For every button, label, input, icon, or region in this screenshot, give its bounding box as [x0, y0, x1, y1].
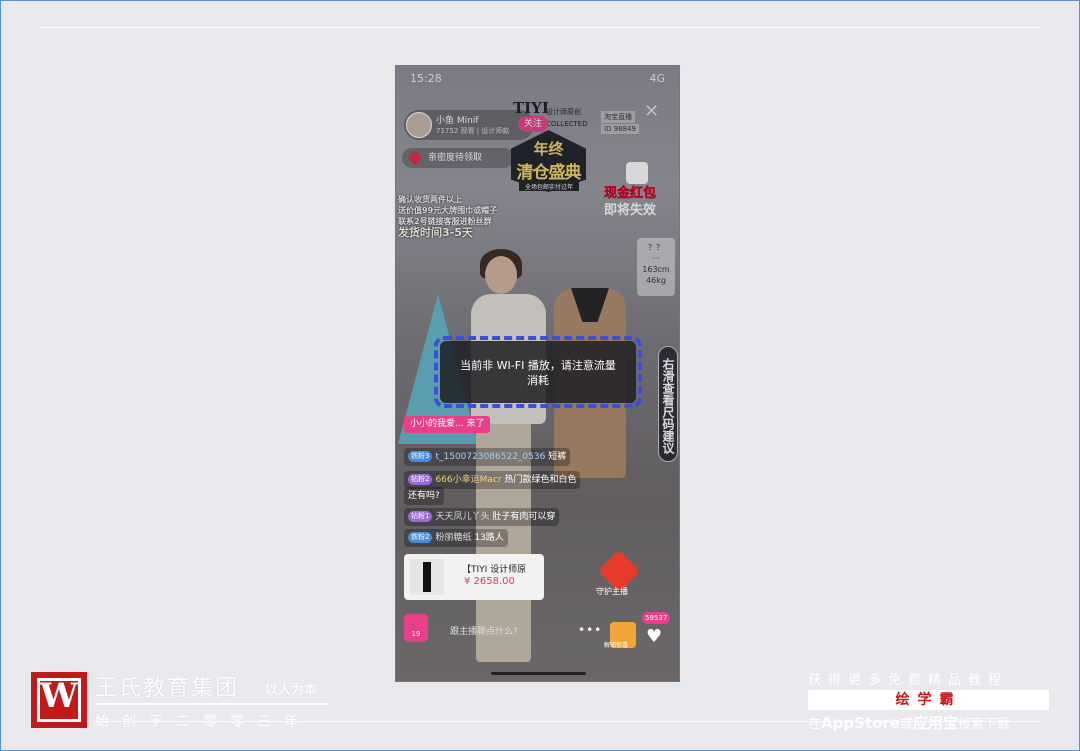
guard-streamer-button[interactable]: 守护主播 — [596, 549, 642, 602]
product-name: 【TIYI 设计师原 — [462, 565, 527, 575]
company-slogan: 以人为本 — [265, 683, 318, 698]
chat-user: 粉丽糖纸 — [435, 533, 472, 543]
chat-text: 13路人 — [474, 533, 504, 543]
product-price: ¥ 2658.00 — [464, 576, 515, 587]
fan-level-badge: 铁粉2 — [408, 532, 433, 543]
welcome-message: 小小的我爱... 来了 — [404, 416, 491, 433]
home-indicator — [491, 672, 586, 675]
chat-input[interactable]: 跟主播聊点什么? — [440, 624, 600, 640]
fan-level-badge: 钻粉2 — [408, 474, 433, 485]
product-image — [410, 559, 444, 595]
chat-text: 热门款绿色和白色 — [504, 475, 577, 485]
product-card[interactable]: 【TIYI 设计师原 ¥ 2658.00 — [404, 554, 544, 600]
app-name-badge: 绘学霸 — [808, 690, 1049, 710]
appstore-label: AppStore — [821, 714, 900, 732]
download-pre: 在 — [808, 717, 822, 732]
chat-user: 天天凤儿丫头 — [435, 512, 490, 522]
chat-text: 还有吗? — [408, 491, 440, 501]
company-name: 王氏教育集团 — [95, 676, 240, 701]
gift-label: 解锁惊喜 — [604, 642, 629, 649]
chat-text: 短裤 — [548, 452, 567, 462]
chat-user: 666小幸运Macr — [435, 475, 502, 485]
like-count: 59537 — [642, 612, 671, 624]
chat-message: 还有吗? — [404, 487, 444, 505]
company-rule — [95, 703, 328, 705]
company-logo: W — [31, 672, 87, 728]
logo-letter: W — [39, 676, 79, 716]
like-heart-icon[interactable]: ♥ — [646, 626, 662, 647]
more-icon[interactable]: ••• — [578, 623, 602, 637]
market-label: 应用宝 — [912, 714, 958, 732]
chat-user: t_1500723086522_0536 — [435, 452, 546, 462]
company-since: 始创于二零零三年 — [95, 714, 311, 730]
download-hint: 在AppStore或应用宝搜索下载 — [808, 712, 1010, 733]
highlight-dashed-frame — [434, 336, 642, 408]
fan-level-badge: 铁粉3 — [408, 451, 433, 462]
guard-label: 守护主播 — [596, 587, 628, 596]
download-post: 搜索下载 — [957, 717, 1010, 732]
download-mid: 或 — [899, 717, 913, 732]
chat-message: 铁粉3 t_1500723086522_0536 短裤 — [404, 448, 571, 466]
fan-level-badge: 钻粉1 — [408, 511, 433, 522]
chat-message: 铁粉2 粉丽糖纸 13路人 — [404, 529, 508, 547]
top-divider — [40, 27, 1040, 28]
phone-screenshot: 15:28 4G 小鱼 Minif 71752 观看 | 设计师款 TIYI 设… — [395, 65, 680, 682]
chat-message: 钻粉1 天天凤儿丫头 肚子有肉可以穿 — [404, 508, 560, 526]
promo-text: 获得更多免费精品教程 — [808, 673, 1009, 688]
shopping-bag-button[interactable]: 19 — [404, 614, 428, 642]
chat-text: 肚子有肉可以穿 — [492, 512, 556, 522]
